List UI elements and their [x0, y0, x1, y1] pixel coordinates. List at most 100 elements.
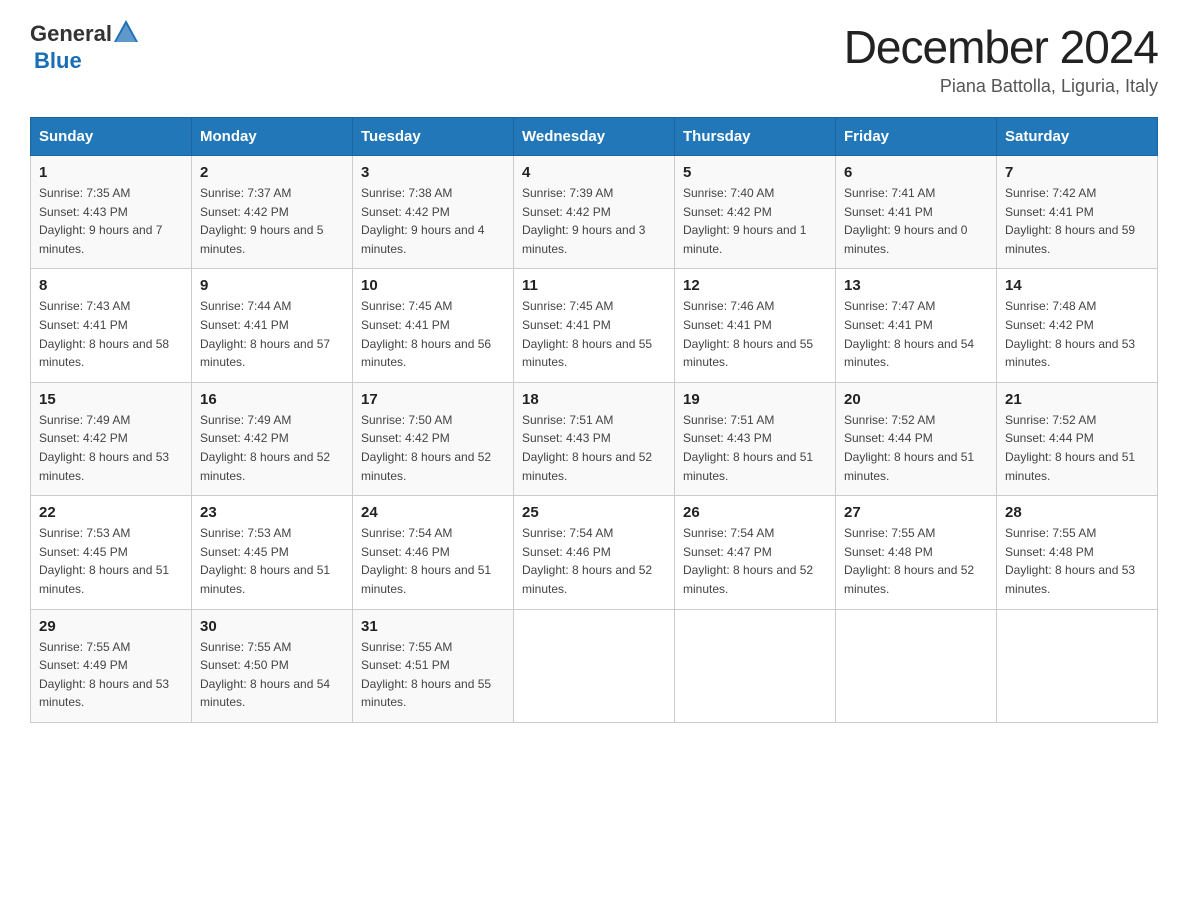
col-sunday: Sunday [31, 118, 192, 156]
calendar-day-cell [997, 609, 1158, 722]
logo-icon [112, 18, 140, 46]
logo-text-blue: Blue [34, 48, 82, 74]
calendar-day-cell: 31 Sunrise: 7:55 AMSunset: 4:51 PMDayligh… [353, 609, 514, 722]
day-info: Sunrise: 7:55 AMSunset: 4:48 PMDaylight:… [844, 524, 988, 598]
page-header: General Blue December 2024 Piana Battoll… [30, 20, 1158, 97]
calendar-day-cell: 7 Sunrise: 7:42 AMSunset: 4:41 PMDaylight… [997, 156, 1158, 269]
col-wednesday: Wednesday [514, 118, 675, 156]
calendar-day-cell: 24 Sunrise: 7:54 AMSunset: 4:46 PMDayligh… [353, 496, 514, 609]
day-info: Sunrise: 7:52 AMSunset: 4:44 PMDaylight:… [1005, 411, 1149, 485]
col-thursday: Thursday [675, 118, 836, 156]
calendar-day-cell: 20 Sunrise: 7:52 AMSunset: 4:44 PMDayligh… [836, 382, 997, 495]
calendar-day-cell: 1 Sunrise: 7:35 AMSunset: 4:43 PMDaylight… [31, 156, 192, 269]
calendar-day-cell: 4Sunrise: 7:39 AMSunset: 4:42 PMDaylight… [514, 156, 675, 269]
day-info: Sunrise: 7:40 AMSunset: 4:42 PMDaylight:… [683, 184, 827, 258]
day-number: 15 [39, 391, 183, 408]
day-number: 9 [200, 277, 344, 294]
calendar-day-cell: 9Sunrise: 7:44 AMSunset: 4:41 PMDaylight… [192, 269, 353, 382]
day-info: Sunrise: 7:38 AMSunset: 4:42 PMDaylight:… [361, 184, 505, 258]
calendar-day-cell: 23 Sunrise: 7:53 AMSunset: 4:45 PMDayligh… [192, 496, 353, 609]
day-number: 20 [844, 391, 988, 408]
calendar-day-cell: 28 Sunrise: 7:55 AMSunset: 4:48 PMDayligh… [997, 496, 1158, 609]
day-info: Sunrise: 7:52 AMSunset: 4:44 PMDaylight:… [844, 411, 988, 485]
day-info: Sunrise: 7:47 AMSunset: 4:41 PMDaylight:… [844, 297, 988, 371]
calendar-day-cell: 8 Sunrise: 7:43 AMSunset: 4:41 PMDaylight… [31, 269, 192, 382]
day-info: Sunrise: 7:54 AMSunset: 4:46 PMDaylight:… [522, 524, 666, 598]
calendar-week-row: 29 Sunrise: 7:55 AMSunset: 4:49 PMDayligh… [31, 609, 1158, 722]
day-number: 8 [39, 277, 183, 294]
day-number: 17 [361, 391, 505, 408]
day-number: 21 [1005, 391, 1149, 408]
calendar-day-cell: 22Sunrise: 7:53 AMSunset: 4:45 PMDayligh… [31, 496, 192, 609]
day-number: 1 [39, 164, 183, 181]
calendar-day-cell: 14Sunrise: 7:48 AMSunset: 4:42 PMDayligh… [997, 269, 1158, 382]
day-info: Sunrise: 7:43 AMSunset: 4:41 PMDaylight:… [39, 297, 183, 371]
day-number: 30 [200, 618, 344, 635]
location-subtitle: Piana Battolla, Liguria, Italy [844, 76, 1158, 97]
col-monday: Monday [192, 118, 353, 156]
col-friday: Friday [836, 118, 997, 156]
day-info: Sunrise: 7:42 AMSunset: 4:41 PMDaylight:… [1005, 184, 1149, 258]
day-info: Sunrise: 7:41 AMSunset: 4:41 PMDaylight:… [844, 184, 988, 258]
day-info: Sunrise: 7:53 AMSunset: 4:45 PMDaylight:… [39, 524, 183, 598]
day-info: Sunrise: 7:55 AMSunset: 4:51 PMDaylight:… [361, 638, 505, 712]
day-number: 25 [522, 504, 666, 521]
calendar-week-row: 8 Sunrise: 7:43 AMSunset: 4:41 PMDaylight… [31, 269, 1158, 382]
day-number: 4 [522, 164, 666, 181]
day-info: Sunrise: 7:45 AMSunset: 4:41 PMDaylight:… [361, 297, 505, 371]
calendar-day-cell: 5Sunrise: 7:40 AMSunset: 4:42 PMDaylight… [675, 156, 836, 269]
day-number: 28 [1005, 504, 1149, 521]
day-number: 3 [361, 164, 505, 181]
day-number: 16 [200, 391, 344, 408]
calendar-day-cell: 21 Sunrise: 7:52 AMSunset: 4:44 PMDayligh… [997, 382, 1158, 495]
calendar-day-cell: 3 Sunrise: 7:38 AMSunset: 4:42 PMDaylight… [353, 156, 514, 269]
calendar-header: Sunday Monday Tuesday Wednesday Thursday… [31, 118, 1158, 156]
day-info: Sunrise: 7:48 AMSunset: 4:42 PMDaylight:… [1005, 297, 1149, 371]
day-number: 10 [361, 277, 505, 294]
day-info: Sunrise: 7:55 AMSunset: 4:48 PMDaylight:… [1005, 524, 1149, 598]
calendar-day-cell [675, 609, 836, 722]
day-number: 29 [39, 618, 183, 635]
day-number: 2 [200, 164, 344, 181]
day-number: 7 [1005, 164, 1149, 181]
day-number: 11 [522, 277, 666, 294]
calendar-day-cell: 10 Sunrise: 7:45 AMSunset: 4:41 PMDayligh… [353, 269, 514, 382]
calendar-day-cell: 18Sunrise: 7:51 AMSunset: 4:43 PMDayligh… [514, 382, 675, 495]
logo: General Blue [30, 20, 140, 74]
day-info: Sunrise: 7:49 AMSunset: 4:42 PMDaylight:… [39, 411, 183, 485]
calendar-day-cell: 29 Sunrise: 7:55 AMSunset: 4:49 PMDayligh… [31, 609, 192, 722]
calendar-day-cell: 25 Sunrise: 7:54 AMSunset: 4:46 PMDayligh… [514, 496, 675, 609]
calendar-day-cell: 13 Sunrise: 7:47 AMSunset: 4:41 PMDayligh… [836, 269, 997, 382]
calendar-table: Sunday Monday Tuesday Wednesday Thursday… [30, 117, 1158, 723]
title-block: December 2024 Piana Battolla, Liguria, I… [844, 20, 1158, 97]
logo-text-general: General [30, 21, 112, 47]
calendar-week-row: 15 Sunrise: 7:49 AMSunset: 4:42 PMDayligh… [31, 382, 1158, 495]
calendar-day-cell: 12Sunrise: 7:46 AMSunset: 4:41 PMDayligh… [675, 269, 836, 382]
day-number: 31 [361, 618, 505, 635]
day-info: Sunrise: 7:55 AMSunset: 4:49 PMDaylight:… [39, 638, 183, 712]
day-info: Sunrise: 7:37 AMSunset: 4:42 PMDaylight:… [200, 184, 344, 258]
calendar-week-row: 22Sunrise: 7:53 AMSunset: 4:45 PMDayligh… [31, 496, 1158, 609]
day-info: Sunrise: 7:50 AMSunset: 4:42 PMDaylight:… [361, 411, 505, 485]
day-number: 26 [683, 504, 827, 521]
calendar-week-row: 1 Sunrise: 7:35 AMSunset: 4:43 PMDaylight… [31, 156, 1158, 269]
col-saturday: Saturday [997, 118, 1158, 156]
calendar-day-cell [514, 609, 675, 722]
day-info: Sunrise: 7:35 AMSunset: 4:43 PMDaylight:… [39, 184, 183, 258]
col-tuesday: Tuesday [353, 118, 514, 156]
day-number: 23 [200, 504, 344, 521]
day-number: 13 [844, 277, 988, 294]
day-number: 18 [522, 391, 666, 408]
calendar-day-cell: 2 Sunrise: 7:37 AMSunset: 4:42 PMDaylight… [192, 156, 353, 269]
day-number: 19 [683, 391, 827, 408]
day-number: 24 [361, 504, 505, 521]
day-info: Sunrise: 7:53 AMSunset: 4:45 PMDaylight:… [200, 524, 344, 598]
day-number: 12 [683, 277, 827, 294]
weekday-header-row: Sunday Monday Tuesday Wednesday Thursday… [31, 118, 1158, 156]
day-number: 6 [844, 164, 988, 181]
day-info: Sunrise: 7:54 AMSunset: 4:46 PMDaylight:… [361, 524, 505, 598]
calendar-day-cell: 30 Sunrise: 7:55 AMSunset: 4:50 PMDayligh… [192, 609, 353, 722]
calendar-day-cell: 17 Sunrise: 7:50 AMSunset: 4:42 PMDayligh… [353, 382, 514, 495]
day-info: Sunrise: 7:55 AMSunset: 4:50 PMDaylight:… [200, 638, 344, 712]
calendar-day-cell: 19Sunrise: 7:51 AMSunset: 4:43 PMDayligh… [675, 382, 836, 495]
